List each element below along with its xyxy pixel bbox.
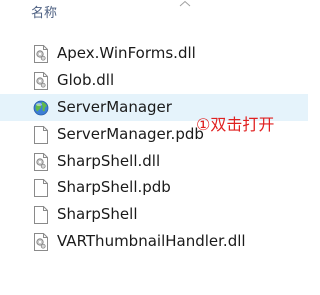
- dll-gear-file-icon: [34, 45, 48, 63]
- file-row[interactable]: Glob.dll: [0, 67, 308, 94]
- generic-file-icon: [34, 179, 48, 198]
- dll-gear-file-icon: [34, 71, 48, 90]
- file-row[interactable]: SharpShell.pdb: [0, 174, 308, 201]
- sort-ascending-icon[interactable]: [179, 0, 191, 8]
- dll-gear-file-icon: [34, 233, 48, 252]
- file-row[interactable]: Apex.WinForms.dll: [0, 40, 308, 67]
- dll-gear-file-icon: [34, 125, 48, 144]
- file-name: ServerManager.pdb: [57, 124, 204, 143]
- file-name: ServerManager: [57, 97, 172, 116]
- file-row[interactable]: SharpShell.dll: [0, 148, 308, 175]
- file-name: SharpShell: [57, 205, 138, 224]
- column-header: 名称: [0, 0, 308, 26]
- file-name: VARThumbnailHandler.dll: [57, 232, 246, 251]
- file-row[interactable]: SharpShell: [0, 201, 308, 228]
- file-row[interactable]: VARThumbnailHandler.dll: [0, 228, 308, 255]
- app-globe-icon: [33, 100, 49, 116]
- file-name: SharpShell.pdb: [57, 178, 171, 197]
- explorer-file-list-window: 名称 Apex.WinForms.dll Glob.dll ServerMana…: [0, 0, 308, 295]
- dll-gear-file-icon: [34, 152, 48, 171]
- double-click-annotation: ①双击打开: [196, 115, 275, 134]
- name-column-header[interactable]: 名称: [31, 6, 57, 22]
- generic-file-icon: [34, 206, 48, 225]
- file-name: Glob.dll: [57, 70, 115, 89]
- file-name: SharpShell.dll: [57, 151, 161, 170]
- file-name: Apex.WinForms.dll: [57, 44, 196, 62]
- file-list: Apex.WinForms.dll Glob.dll ServerManager: [0, 40, 308, 255]
